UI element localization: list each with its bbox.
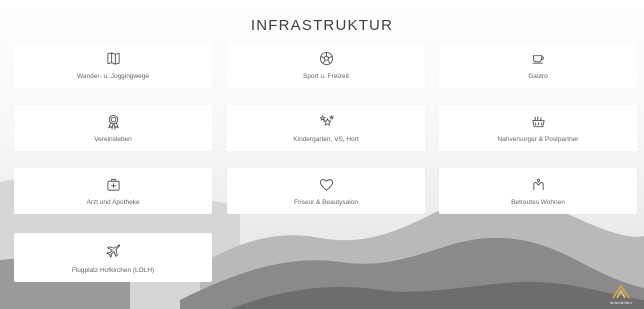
tile-gastro[interactable]: Gastro [439,42,637,88]
tile-label: Vereinsleben [94,136,132,143]
tile-label: Sport u. Freizeit [303,73,349,80]
heart-icon [227,177,425,192]
logo-mark-icon [612,284,630,299]
award-ribbon-icon [14,114,212,130]
tile-label: Flugplatz Hofkirchen (LOLH) [71,267,155,274]
tile-kindergarten-vs-hort[interactable]: Kindergarten, VS, Hort [227,105,425,151]
page-title: INFRASTRUKTUR [250,17,394,34]
tile-friseur-beautysalon[interactable]: Friseur & Beautysalon [227,168,425,214]
tile-label: Wander- u. Joggingwege [76,73,150,80]
stars-icon [227,114,425,129]
tile-nahversorger-postpartner[interactable]: Nahversorger & Postpartner [439,105,637,151]
shopping-basket-icon [439,114,637,129]
map-icon [14,51,212,66]
tile-flugplatz-hofkirchen[interactable]: Flugplatz Hofkirchen (LOLH) [14,233,212,282]
infrastructure-section: INFRASTRUKTUR Wander- u. Joggingwege Spo… [0,0,644,309]
tile-label: Friseur & Beautysalon [294,199,358,206]
logo-text: immobilien [609,300,633,305]
first-aid-kit-icon [14,177,212,192]
tile-vereinsleben[interactable]: Vereinsleben [14,105,212,151]
tile-label: Nahversorger & Postpartner [497,136,579,143]
soccer-ball-icon [227,51,425,66]
caring-hands-icon [439,177,637,192]
tile-sport-freizeit[interactable]: Sport u. Freizeit [227,42,425,88]
coffee-cup-icon [439,51,637,66]
tile-label: Kindergarten, VS, Hort [293,136,359,143]
tile-wander-joggingwege[interactable]: Wander- u. Joggingwege [14,42,212,88]
tile-label: Gastro [528,73,548,80]
airplane-icon [14,243,212,258]
tile-label: Betreutes Wohnen [511,199,565,206]
tile-arzt-apotheke[interactable]: Arzt und Apotheke [14,168,212,214]
tile-betreutes-wohnen[interactable]: Betreutes Wohnen [439,168,637,214]
tile-label: Arzt und Apotheke [86,199,140,206]
company-logo: immobilien [603,284,639,306]
